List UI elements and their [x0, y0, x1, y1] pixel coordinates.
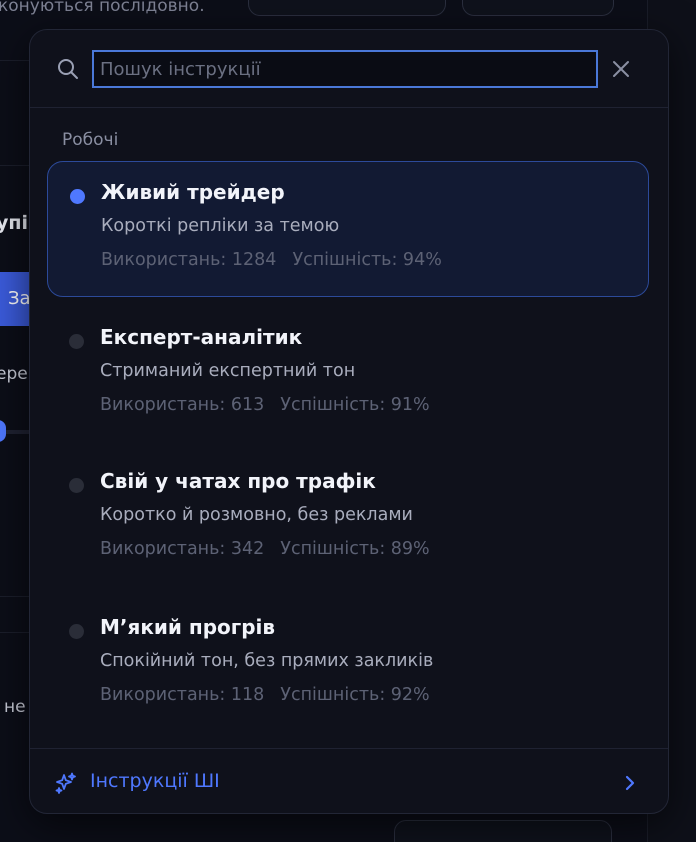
background-divider	[0, 165, 30, 166]
success-rate: Успішність: 94%	[292, 250, 442, 270]
background-description: конуються послідовно.	[0, 0, 205, 16]
ai-instructions-link[interactable]: Інструкції ШІ	[30, 748, 668, 813]
background-label: ере	[0, 364, 28, 384]
instruction-item[interactable]: Експерт-аналітик Стриманий експертний то…	[47, 307, 649, 443]
instruction-title: Свій у чатах про трафік	[100, 469, 376, 493]
instruction-description: Короткі репліки за темою	[101, 216, 340, 236]
close-icon[interactable]	[610, 58, 632, 80]
background-button	[462, 0, 614, 16]
chevron-right-icon	[625, 775, 635, 791]
background-divider	[0, 596, 30, 597]
instruction-item[interactable]: М’який прогрів Спокійний тон, без прямих…	[47, 597, 649, 733]
instruction-description: Спокійний тон, без прямих закликів	[100, 651, 434, 671]
instruction-title: М’який прогрів	[100, 615, 276, 639]
instruction-description: Стриманий експертний тон	[100, 361, 356, 381]
usage-count: Використань: 342	[100, 539, 265, 559]
background-primary-button: За	[0, 272, 31, 326]
usage-count: Використань: 1284	[101, 250, 277, 270]
background-primary-button-label: За	[8, 288, 31, 309]
instruction-item[interactable]: Свій у чатах про трафік Коротко й розмов…	[47, 451, 649, 587]
background-divider	[0, 60, 30, 61]
instruction-title: Живий трейдер	[101, 180, 285, 204]
instruction-title: Експерт-аналітик	[100, 325, 303, 349]
success-rate: Успішність: 92%	[280, 685, 430, 705]
instruction-stats: Використань: 342 Успішність: 89%	[100, 539, 430, 559]
instruction-stats: Використань: 118 Успішність: 92%	[100, 685, 430, 705]
usage-count: Використань: 118	[100, 685, 265, 705]
radio-indicator-dot	[69, 478, 84, 493]
group-label: Робочі	[62, 130, 119, 150]
selected-indicator-dot	[70, 189, 85, 204]
radio-indicator-dot	[69, 624, 84, 639]
instruction-stats: Використань: 613 Успішність: 91%	[100, 395, 430, 415]
success-rate: Успішність: 91%	[280, 395, 430, 415]
search-bar	[30, 30, 668, 108]
search-input[interactable]	[92, 50, 598, 88]
sparkle-icon	[55, 772, 76, 794]
background-heading: упі	[0, 212, 29, 234]
instruction-picker-popover: Робочі Живий трейдер Короткі репліки за …	[29, 29, 669, 814]
search-icon	[58, 59, 78, 79]
radio-indicator-dot	[69, 334, 84, 349]
background-slider-track	[6, 430, 30, 434]
ai-instructions-label: Інструкції ШІ	[90, 770, 220, 792]
background-label: не	[4, 697, 26, 717]
background-button	[394, 820, 612, 842]
success-rate: Успішність: 89%	[280, 539, 430, 559]
background-divider	[0, 632, 30, 633]
usage-count: Використань: 613	[100, 395, 265, 415]
instruction-stats: Використань: 1284 Успішність: 94%	[101, 250, 442, 270]
instruction-description: Коротко й розмовно, без реклами	[100, 505, 413, 525]
instruction-item[interactable]: Живий трейдер Короткі репліки за темою В…	[47, 161, 649, 297]
background-button	[248, 0, 446, 16]
